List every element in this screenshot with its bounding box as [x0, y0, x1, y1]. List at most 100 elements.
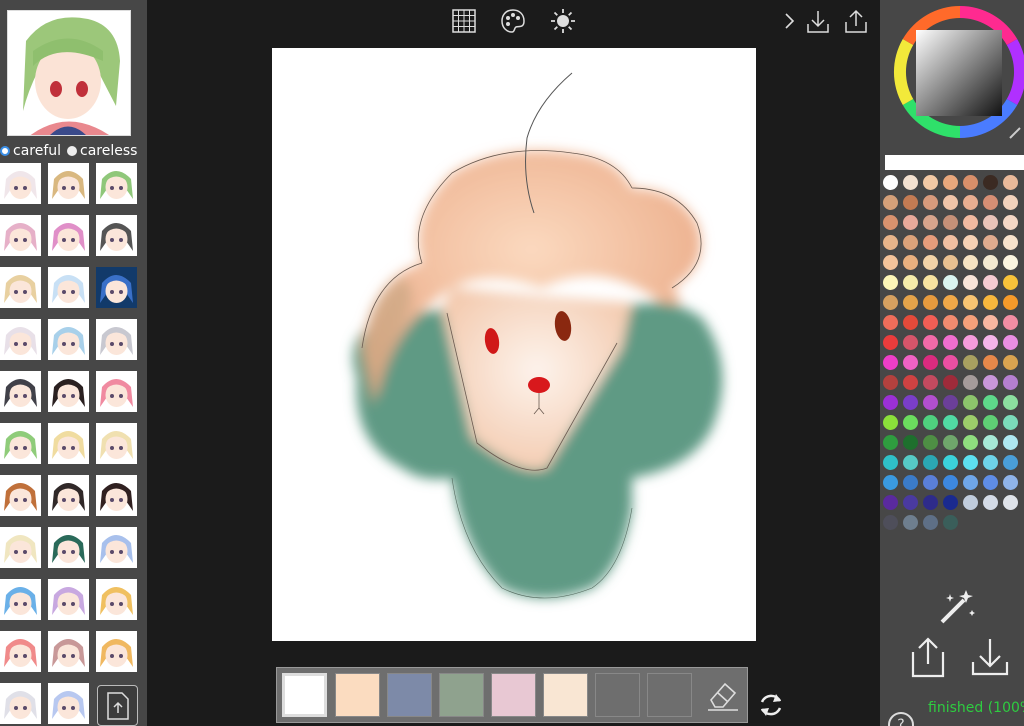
- palette-color[interactable]: [983, 435, 998, 450]
- palette-color[interactable]: [903, 455, 918, 470]
- palette-color[interactable]: [963, 435, 978, 450]
- swatch-2[interactable]: [387, 673, 432, 717]
- palette-color[interactable]: [943, 295, 958, 310]
- palette-color[interactable]: [923, 255, 938, 270]
- palette-color[interactable]: [983, 475, 998, 490]
- palette-color[interactable]: [923, 515, 938, 530]
- radio-careful[interactable]: [0, 146, 10, 156]
- palette-color[interactable]: [903, 355, 918, 370]
- palette-color[interactable]: [943, 435, 958, 450]
- palette-icon[interactable]: [500, 8, 526, 34]
- reference-thumbnail[interactable]: [0, 215, 41, 256]
- palette-color[interactable]: [963, 175, 978, 190]
- reference-thumbnail[interactable]: [0, 319, 41, 360]
- palette-color[interactable]: [923, 415, 938, 430]
- palette-color[interactable]: [883, 395, 898, 410]
- reference-thumbnail[interactable]: [0, 371, 41, 412]
- palette-color[interactable]: [903, 515, 918, 530]
- palette-color[interactable]: [903, 315, 918, 330]
- palette-color[interactable]: [943, 375, 958, 390]
- save-icon[interactable]: [970, 636, 1010, 678]
- swatch-3[interactable]: [439, 673, 484, 717]
- palette-color[interactable]: [883, 255, 898, 270]
- palette-color[interactable]: [1003, 175, 1018, 190]
- swatch-6[interactable]: [595, 673, 640, 717]
- palette-color[interactable]: [943, 495, 958, 510]
- palette-color[interactable]: [923, 435, 938, 450]
- palette-color[interactable]: [883, 235, 898, 250]
- palette-color[interactable]: [903, 435, 918, 450]
- palette-color[interactable]: [923, 475, 938, 490]
- palette-color[interactable]: [923, 455, 938, 470]
- palette-color[interactable]: [883, 175, 898, 190]
- palette-color[interactable]: [883, 415, 898, 430]
- download-icon[interactable]: [805, 8, 831, 34]
- palette-color[interactable]: [883, 495, 898, 510]
- palette-color[interactable]: [903, 475, 918, 490]
- palette-color[interactable]: [943, 335, 958, 350]
- eraser-icon[interactable]: [705, 676, 741, 714]
- palette-color[interactable]: [963, 455, 978, 470]
- palette-color[interactable]: [983, 455, 998, 470]
- palette-color[interactable]: [943, 455, 958, 470]
- palette-color[interactable]: [943, 315, 958, 330]
- palette-color[interactable]: [883, 295, 898, 310]
- palette-color[interactable]: [983, 275, 998, 290]
- palette-color[interactable]: [923, 195, 938, 210]
- palette-color[interactable]: [1003, 395, 1018, 410]
- palette-color[interactable]: [1003, 455, 1018, 470]
- palette-color[interactable]: [923, 335, 938, 350]
- palette-color[interactable]: [963, 475, 978, 490]
- reference-thumbnail[interactable]: [96, 579, 137, 620]
- palette-color[interactable]: [983, 315, 998, 330]
- reference-thumbnail[interactable]: [96, 475, 137, 516]
- palette-color[interactable]: [1003, 375, 1018, 390]
- swatch-4[interactable]: [491, 673, 536, 717]
- palette-color[interactable]: [1003, 255, 1018, 270]
- reference-thumbnail[interactable]: [48, 631, 89, 672]
- palette-color[interactable]: [943, 475, 958, 490]
- palette-color[interactable]: [903, 495, 918, 510]
- palette-color[interactable]: [1003, 475, 1018, 490]
- grid-icon[interactable]: [451, 8, 477, 34]
- palette-color[interactable]: [1003, 435, 1018, 450]
- palette-color[interactable]: [903, 335, 918, 350]
- reference-thumbnail[interactable]: [0, 527, 41, 568]
- reference-thumbnail[interactable]: [48, 475, 89, 516]
- palette-color[interactable]: [923, 375, 938, 390]
- refresh-icon[interactable]: [756, 690, 786, 720]
- palette-color[interactable]: [1003, 495, 1018, 510]
- palette-color[interactable]: [883, 315, 898, 330]
- palette-color[interactable]: [1003, 415, 1018, 430]
- palette-color[interactable]: [943, 195, 958, 210]
- swatch-5[interactable]: [543, 673, 588, 717]
- palette-color[interactable]: [903, 375, 918, 390]
- swatch-1[interactable]: [335, 673, 380, 717]
- palette-color[interactable]: [903, 255, 918, 270]
- swatch-7[interactable]: [647, 673, 692, 717]
- palette-color[interactable]: [923, 395, 938, 410]
- palette-color[interactable]: [903, 195, 918, 210]
- reference-thumbnail[interactable]: [48, 267, 89, 308]
- palette-color[interactable]: [963, 195, 978, 210]
- reference-thumbnail[interactable]: [0, 631, 41, 672]
- magic-wand-icon[interactable]: [936, 584, 980, 628]
- palette-color[interactable]: [963, 215, 978, 230]
- reference-thumbnail[interactable]: [0, 475, 41, 516]
- palette-color[interactable]: [963, 315, 978, 330]
- palette-color[interactable]: [963, 295, 978, 310]
- reference-thumbnail[interactable]: [48, 215, 89, 256]
- palette-color[interactable]: [983, 175, 998, 190]
- brightness-bar[interactable]: [885, 155, 1024, 170]
- palette-color[interactable]: [1003, 235, 1018, 250]
- palette-color[interactable]: [903, 235, 918, 250]
- palette-color[interactable]: [883, 515, 898, 530]
- reference-thumbnail[interactable]: [96, 215, 137, 256]
- palette-color[interactable]: [1003, 215, 1018, 230]
- palette-color[interactable]: [883, 475, 898, 490]
- palette-color[interactable]: [943, 175, 958, 190]
- palette-color[interactable]: [883, 195, 898, 210]
- palette-color[interactable]: [963, 355, 978, 370]
- brightness-icon[interactable]: [550, 8, 576, 34]
- palette-color[interactable]: [903, 215, 918, 230]
